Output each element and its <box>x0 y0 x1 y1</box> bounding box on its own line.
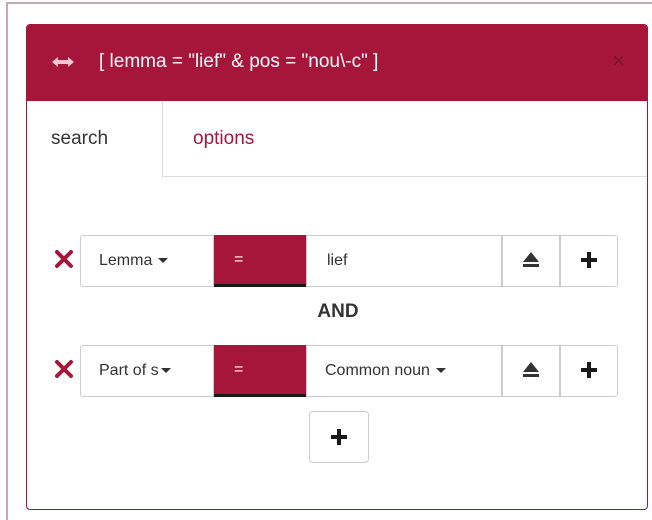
close-button[interactable]: × <box>612 49 625 73</box>
remove-x-icon[interactable] <box>54 249 74 269</box>
connector-label: AND <box>317 301 359 322</box>
field-select[interactable]: Lemma <box>80 235 214 287</box>
remove-x-icon[interactable] <box>54 359 74 379</box>
tab-search[interactable]: search <box>27 101 163 178</box>
tab-bar: search options <box>27 101 647 178</box>
chevron-down-icon <box>435 368 446 374</box>
add-rule-button[interactable] <box>560 345 618 397</box>
move-up-button[interactable] <box>502 235 560 287</box>
field-select[interactable]: Part of s <box>80 345 214 397</box>
operator-select[interactable]: = <box>214 235 306 287</box>
operator-select[interactable]: = <box>214 345 306 397</box>
chevron-down-icon <box>158 258 169 264</box>
eject-icon <box>523 362 539 377</box>
chevron-down-icon <box>160 368 171 374</box>
rule-row-2: Part of s = Common noun <box>51 345 621 397</box>
field-select-label: Lemma <box>99 252 153 269</box>
field-select-label: Part of s <box>99 362 159 379</box>
query-builder-dialog: [ lemma = "lief" & pos = "nou\-c" ] × se… <box>26 24 648 510</box>
add-group-button[interactable] <box>309 411 369 463</box>
dialog-titlebar[interactable]: [ lemma = "lief" & pos = "nou\-c" ] × <box>27 25 647 101</box>
eject-icon <box>523 252 539 267</box>
plus-icon <box>581 362 597 378</box>
add-rule-button[interactable] <box>560 235 618 287</box>
move-up-button[interactable] <box>502 345 560 397</box>
tab-options[interactable]: options <box>169 101 278 177</box>
plus-icon <box>331 429 347 445</box>
plus-icon <box>581 252 597 268</box>
value-select[interactable]: Common noun <box>306 345 502 397</box>
dialog-title: [ lemma = "lief" & pos = "nou\-c" ] <box>99 51 379 72</box>
value-input[interactable]: lief <box>306 235 502 287</box>
value-select-label: Common noun <box>325 362 430 379</box>
resize-horizontal-icon[interactable] <box>52 54 74 70</box>
rule-row-1: Lemma = lief <box>51 235 621 287</box>
